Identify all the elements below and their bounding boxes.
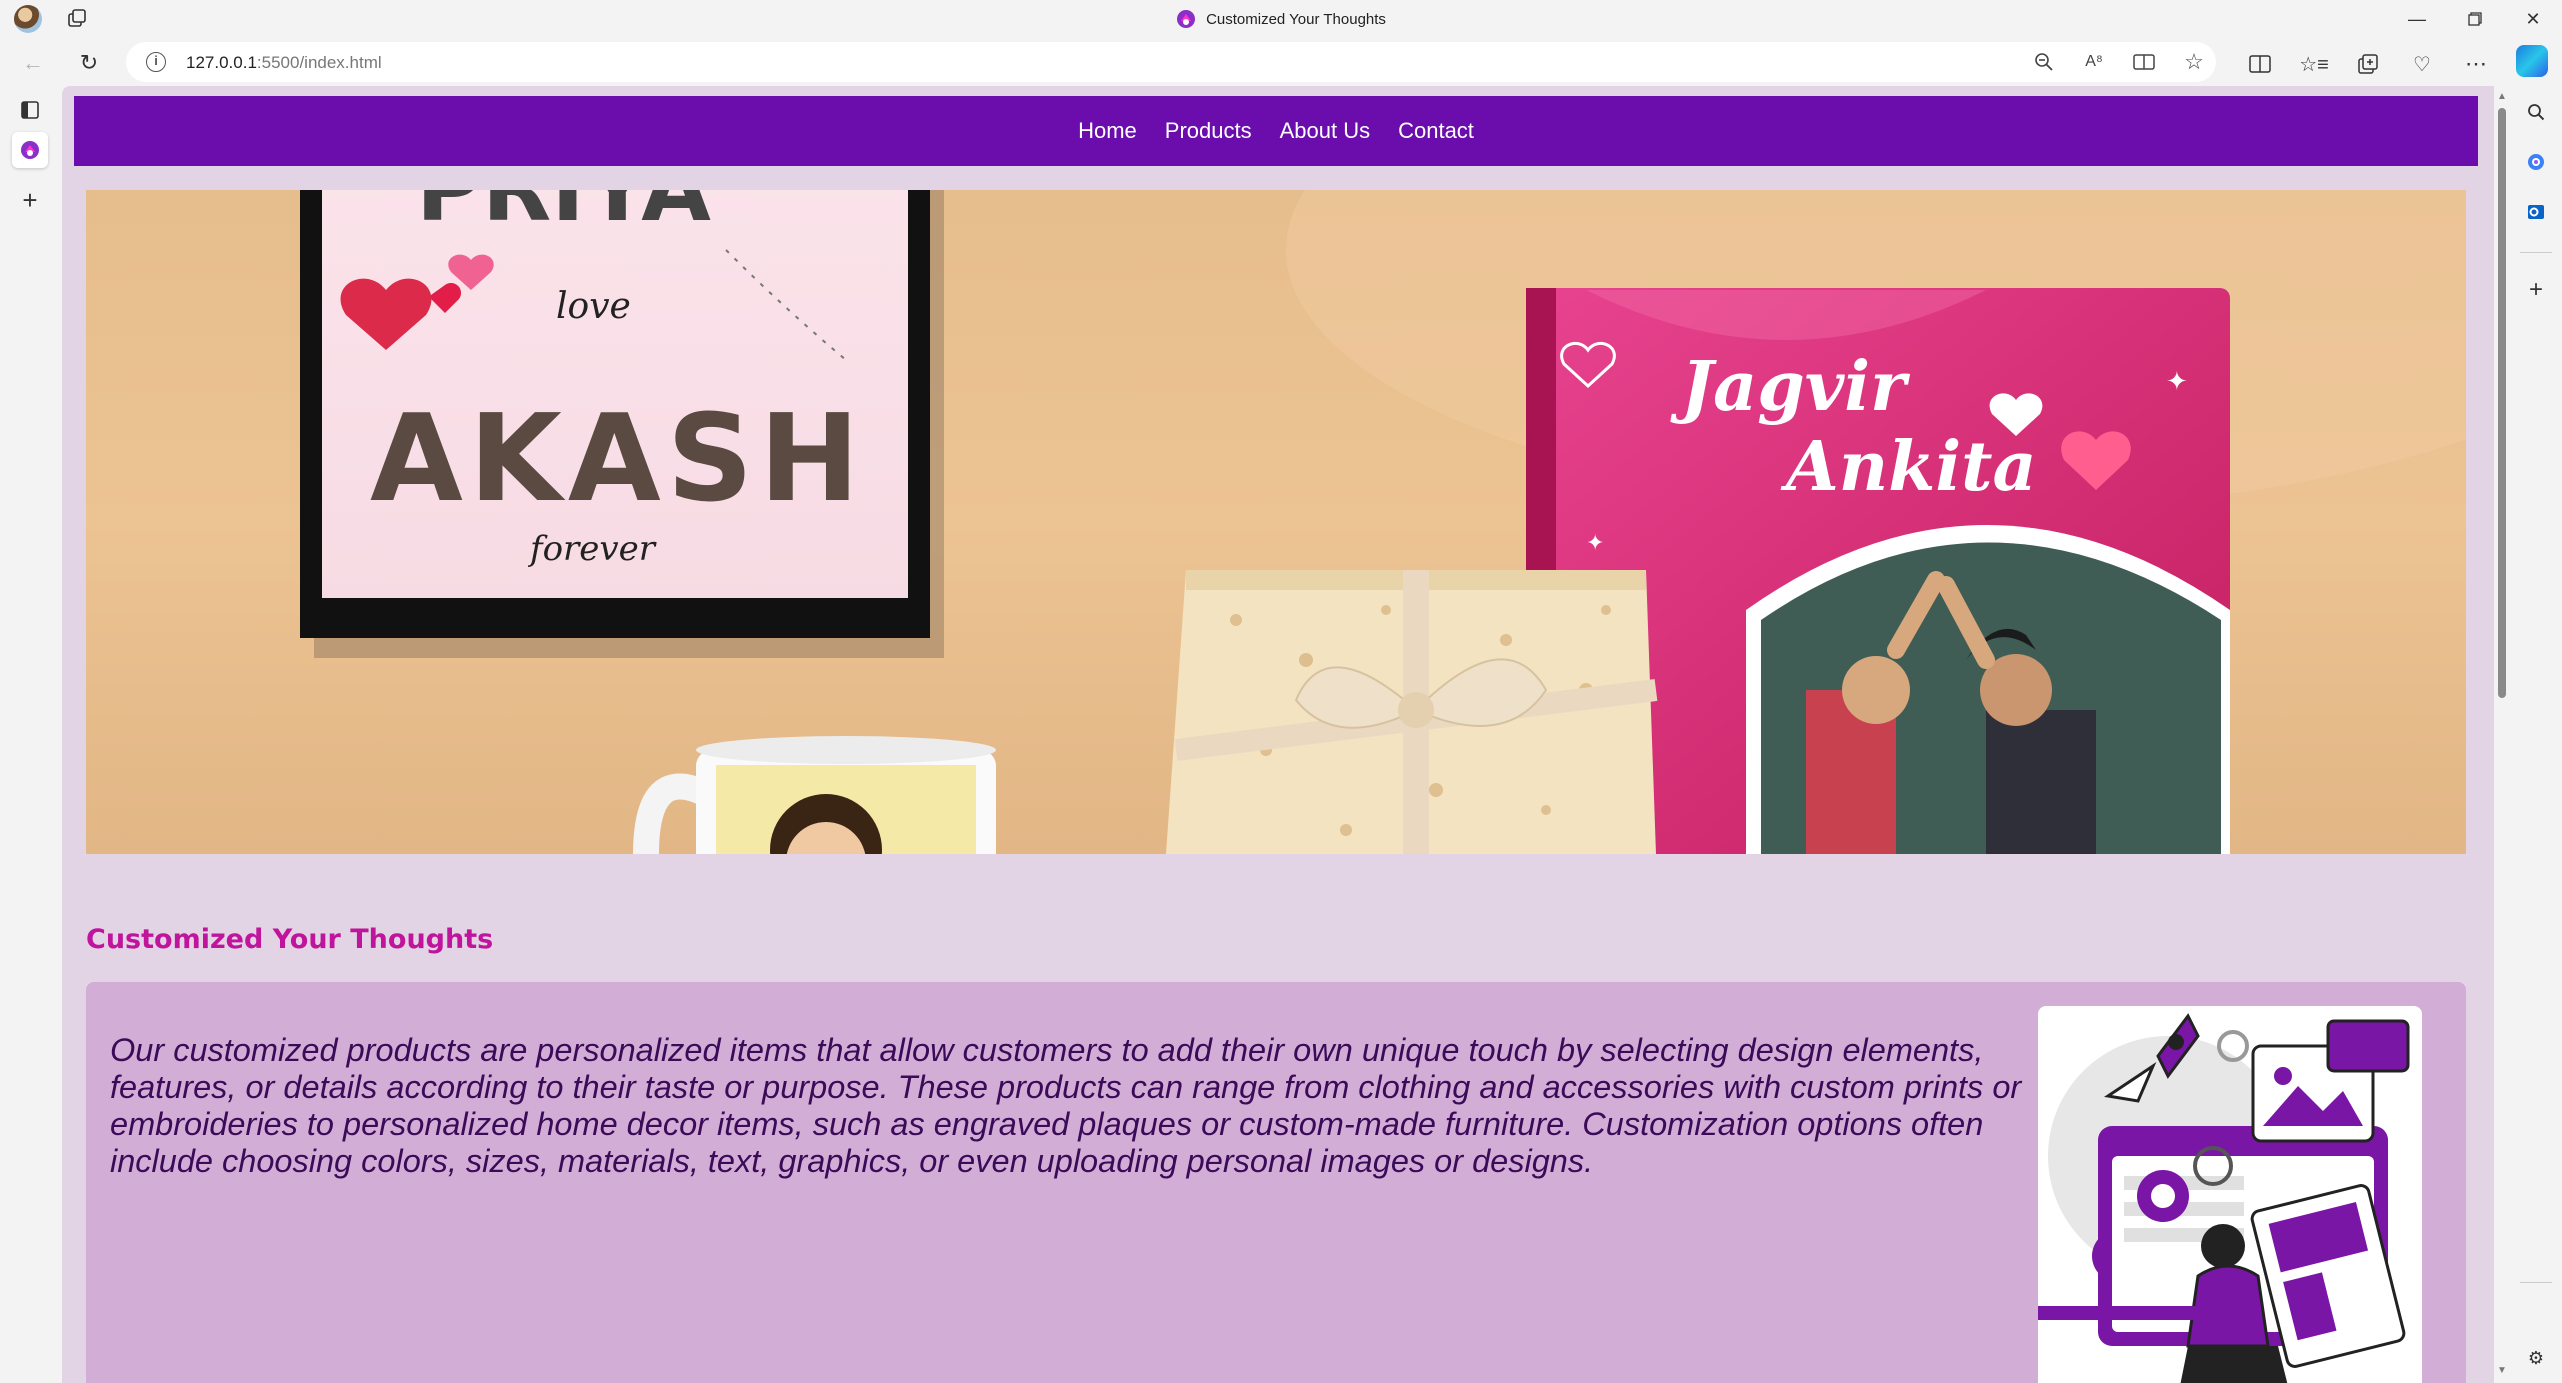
nav-link-about-us[interactable]: About Us [1280, 118, 1371, 144]
book-name-2: Ankita [1780, 427, 2037, 507]
read-aloud-icon[interactable]: A⁸ [2082, 50, 2106, 74]
address-bar[interactable]: i 127.0.0.1:5500/index.html A⁸ ☆ [126, 42, 2216, 82]
frame-text-bottom: forever [527, 529, 657, 569]
favorites-icon[interactable]: ☆≡ [2299, 50, 2329, 78]
vertical-tab-strip: + [0, 86, 62, 1383]
minimize-icon[interactable]: — [2388, 0, 2446, 38]
outlook-icon[interactable] [2522, 198, 2550, 226]
tab-actions-icon[interactable] [12, 92, 48, 128]
browser-title-bar: Customized Your Thoughts — ✕ [0, 0, 2562, 38]
photo-mug [633, 736, 996, 854]
new-tab-icon[interactable]: + [12, 182, 48, 218]
scroll-thumb[interactable] [2498, 108, 2506, 698]
info-description: Our customized products are personalized… [110, 1032, 2022, 1179]
info-card: Our customized products are personalized… [86, 982, 2466, 1383]
customization-illustration [2038, 1006, 2422, 1383]
close-icon[interactable]: ✕ [2504, 0, 2562, 38]
favorite-star-icon[interactable]: ☆ [2182, 49, 2206, 74]
nav-link-home[interactable]: Home [1078, 118, 1137, 144]
search-icon[interactable] [2522, 98, 2550, 126]
copilot-app-icon[interactable] [2522, 148, 2550, 176]
hero-banner-image: PRIYA love AKASH forever [86, 190, 2466, 854]
refresh-icon[interactable]: ↻ [72, 46, 106, 80]
svg-text:✦: ✦ [1586, 530, 1604, 555]
browser-toolbar: ← ↻ i 127.0.0.1:5500/index.html A⁸ ☆ ☆≡ … [0, 38, 2562, 86]
section-heading: Customized Your Thoughts [86, 924, 494, 955]
browser-essentials-icon[interactable]: ♡ [2408, 50, 2436, 78]
photo-frame: PRIYA love AKASH forever [300, 190, 944, 658]
restore-icon[interactable] [2446, 0, 2504, 38]
copilot-icon[interactable] [2516, 45, 2548, 77]
site-info-icon[interactable]: i [146, 52, 166, 72]
url-text[interactable]: 127.0.0.1:5500/index.html [186, 53, 382, 73]
site-navbar: Home Products About Us Contact [74, 96, 2478, 166]
more-icon[interactable]: ⋯ [2462, 50, 2490, 78]
nav-link-contact[interactable]: Contact [1398, 118, 1474, 144]
page-scrollbar[interactable]: ▲ ▼ [2494, 86, 2510, 1383]
scroll-up-icon[interactable]: ▲ [2497, 92, 2507, 102]
collections-icon[interactable] [2354, 50, 2382, 78]
nav-link-products[interactable]: Products [1165, 118, 1252, 144]
immersive-reader-icon[interactable] [2132, 50, 2156, 74]
tab-title[interactable]: Customized Your Thoughts [1206, 11, 1386, 28]
settings-icon[interactable]: ⚙ [2522, 1344, 2550, 1372]
book-name-1: Jagvir [1670, 347, 1910, 427]
frame-text-name: AKASH [370, 390, 866, 529]
add-icon[interactable]: + [2522, 276, 2550, 304]
tab-item-active[interactable] [12, 132, 48, 168]
back-icon[interactable]: ← [16, 46, 50, 80]
wrapped-gift [1166, 570, 1658, 854]
split-screen-icon[interactable] [2246, 50, 2274, 78]
zoom-out-icon[interactable] [2032, 50, 2056, 74]
browser-sidebar: + ⚙ [2510, 86, 2562, 1383]
scroll-down-icon[interactable]: ▼ [2497, 1366, 2507, 1376]
web-page-viewport: Home Products About Us Contact PRIYA [62, 86, 2494, 1383]
svg-text:✦: ✦ [2166, 366, 2188, 396]
site-favicon-icon [1177, 10, 1196, 28]
frame-text-top: PRIYA [416, 190, 711, 242]
frame-text-love: love [556, 286, 631, 327]
